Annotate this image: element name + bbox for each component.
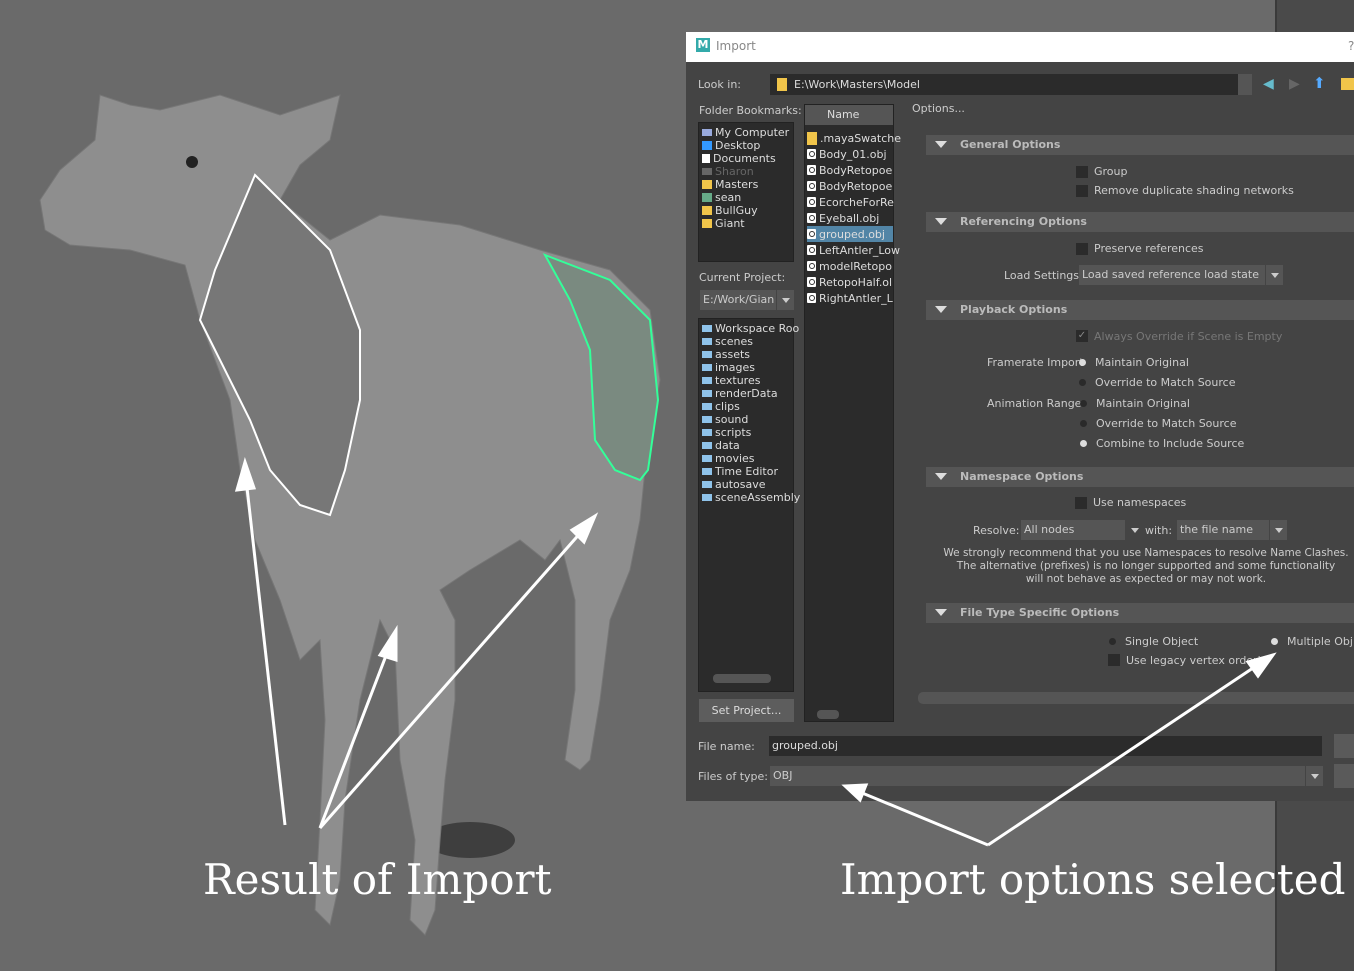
caption-options: Import options selected [840,855,1345,904]
options-arrows [0,0,1354,971]
